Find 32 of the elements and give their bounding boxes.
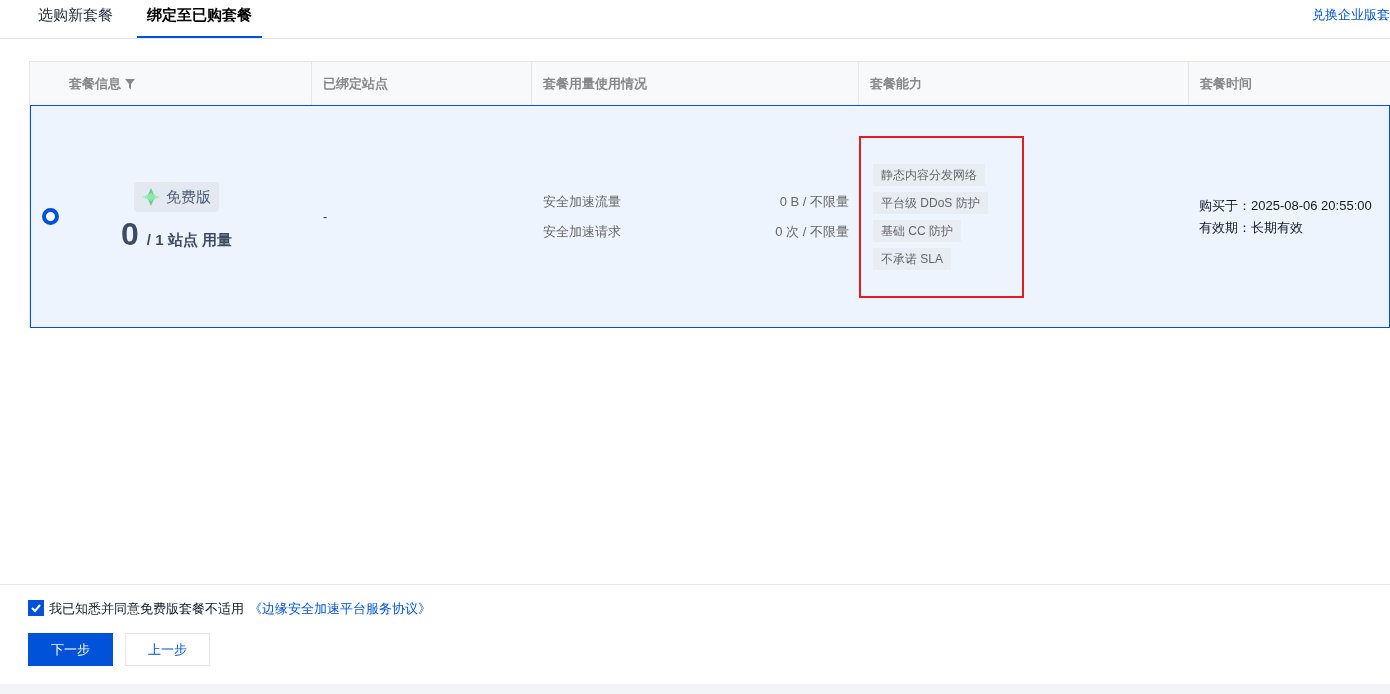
tab[interactable]: 绑定至已购套餐 — [137, 3, 262, 38]
filter-icon[interactable] — [125, 78, 135, 89]
plan-time: 有效期：长期有效 — [1199, 218, 1304, 237]
column-header: 已绑定站点 — [323, 74, 388, 93]
plan-time: 购买于：2025-08-06 20:55:00 — [1199, 197, 1373, 215]
usage-label: 安全加速请求 — [543, 222, 621, 241]
capability-tag: 静态内容分发网络 — [873, 163, 985, 186]
back-button[interactable]: 上一步 — [125, 633, 210, 666]
plan-row[interactable]: 免费版 0 / 1 站点 用量 - 安全加速流量 0 B / 不限量 安全加速请求 0 次 / 不限量 静态内容分发网络 平台级 DDoS 防护 基础 CC 防护 不承诺 SLA 购买于：2025-08-06 20:55:00 有效期：长期有效 — [30, 105, 1390, 328]
diamond-icon — [141, 187, 160, 206]
tab[interactable]: 选购新套餐 — [28, 3, 123, 38]
check-icon — [30, 602, 42, 615]
column-header: 套餐用量使用情况 — [543, 74, 647, 93]
usage-label: 安全加速流量 — [543, 193, 621, 211]
usage-value: 0 次 / 不限量 — [775, 222, 849, 241]
plan-badge: 免费版 — [133, 181, 219, 212]
next-button[interactable]: 下一步 — [28, 633, 113, 666]
table-cell-text: - — [323, 207, 328, 226]
usage-value: 0 B / 不限量 — [779, 193, 849, 211]
agreement-checkbox[interactable] — [28, 600, 44, 617]
usage-count: 0 — [121, 217, 139, 250]
column-header: 套餐时间 — [1200, 74, 1252, 93]
agreement-text: 我已知悉并同意免费版套餐不适用 — [49, 599, 244, 618]
usage-quota: / 1 站点 用量 — [146, 229, 232, 250]
agreement-link[interactable]: 《边缘安全加速平台服务协议》 — [249, 598, 431, 618]
capability-tag: 平台级 DDoS 防护 — [873, 191, 988, 214]
radio-button[interactable] — [42, 208, 59, 225]
capability-tag: 基础 CC 防护 — [873, 219, 961, 242]
column-header: 套餐信息 — [69, 74, 121, 93]
redeem-link[interactable]: 兑换企业版套 — [1312, 4, 1390, 38]
column-header: 套餐能力 — [870, 74, 922, 93]
capability-tag: 不承诺 SLA — [873, 247, 951, 270]
